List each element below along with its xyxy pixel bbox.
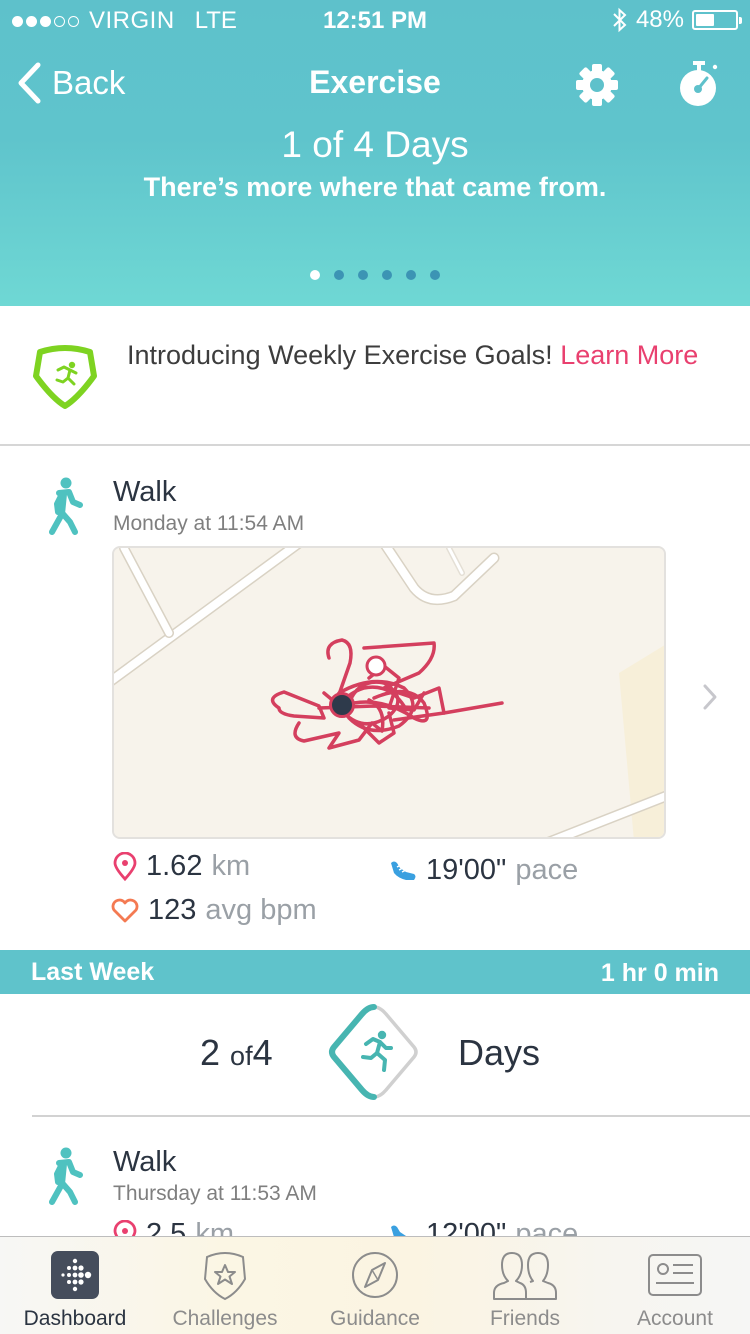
header: VIRGIN LTE 12:51 PM 48% Back Exercise 1 … bbox=[0, 0, 750, 306]
challenges-icon bbox=[203, 1252, 247, 1301]
battery-icon bbox=[692, 10, 742, 30]
tab-challenges[interactable]: Challenges bbox=[150, 1237, 300, 1334]
back-label: Back bbox=[52, 64, 126, 101]
status-bar: VIRGIN LTE 12:51 PM 48% bbox=[0, 0, 750, 40]
bluetooth-icon bbox=[613, 7, 627, 33]
heart-rate-stat: 123 avg bpm bbox=[110, 894, 317, 927]
running-person-icon bbox=[361, 1030, 393, 1072]
pace-stat: 19'00" pace bbox=[388, 854, 578, 887]
chevron-right-icon[interactable] bbox=[700, 682, 720, 712]
activity-time: Monday at 11:54 AM bbox=[113, 512, 305, 535]
tab-friends[interactable]: Friends bbox=[450, 1237, 600, 1334]
gear-icon[interactable] bbox=[574, 62, 620, 108]
status-right: 48% bbox=[612, 6, 742, 34]
tab-label: Friends bbox=[489, 1307, 561, 1330]
page-dot[interactable] bbox=[358, 270, 368, 280]
tab-label: Dashboard bbox=[23, 1307, 127, 1330]
tab-label: Account bbox=[637, 1307, 713, 1330]
route-map[interactable] bbox=[112, 546, 666, 839]
last-week-summary: 2 of4 Days bbox=[0, 994, 750, 1116]
distance-unit: km bbox=[211, 850, 251, 882]
activity-name: Walk bbox=[113, 1146, 177, 1178]
distance-stat: 1.62 km bbox=[112, 850, 250, 883]
tab-guidance[interactable]: Guidance bbox=[300, 1237, 450, 1334]
walk-icon bbox=[49, 1147, 83, 1205]
last-week-duration: 1 hr 0 min bbox=[600, 959, 719, 987]
dashboard-icon bbox=[51, 1251, 99, 1299]
days-progress: 1 of 4 Days bbox=[281, 124, 469, 165]
days-goal: 4 bbox=[252, 1032, 273, 1073]
motivation-message: There’s more where that came from. bbox=[143, 172, 607, 202]
tab-dashboard[interactable]: Dashboard bbox=[0, 1237, 150, 1334]
compass-icon bbox=[352, 1252, 398, 1298]
friends-icon bbox=[493, 1252, 557, 1300]
heart-icon bbox=[111, 898, 139, 922]
divider bbox=[32, 1115, 750, 1117]
days-unit: Days bbox=[458, 1032, 541, 1073]
page-dot[interactable] bbox=[382, 270, 392, 280]
tab-label: Guidance bbox=[330, 1307, 420, 1330]
heart-rate-value: 123 bbox=[148, 894, 197, 926]
days-done: 2 bbox=[200, 1032, 221, 1073]
chevron-left-icon bbox=[18, 62, 41, 104]
back-button[interactable]: Back bbox=[16, 62, 125, 104]
days-count: 2 of4 bbox=[200, 1032, 273, 1074]
pace-unit: pace bbox=[515, 854, 579, 886]
tab-label: Challenges bbox=[172, 1307, 278, 1330]
route-map-image bbox=[114, 548, 664, 837]
learn-more-link[interactable]: Learn More bbox=[560, 340, 698, 370]
page-dot[interactable] bbox=[310, 270, 320, 280]
battery-percent: 48% bbox=[635, 6, 684, 33]
activity-time: Thursday at 11:53 AM bbox=[113, 1182, 317, 1205]
tab-bar: Dashboard Challenges Guidance Friends Ac… bbox=[0, 1236, 750, 1334]
heart-rate-unit: avg bpm bbox=[205, 894, 317, 926]
stopwatch-icon[interactable] bbox=[674, 58, 724, 108]
days-of: of bbox=[230, 1041, 253, 1071]
pace-value: 19'00" bbox=[426, 854, 507, 886]
account-card-icon bbox=[648, 1254, 702, 1296]
last-week-header: Last Week 1 hr 0 min bbox=[0, 950, 750, 994]
page-dot[interactable] bbox=[406, 270, 416, 280]
distance-value: 1.62 bbox=[146, 850, 203, 882]
battery-fill bbox=[696, 14, 715, 26]
page-dot[interactable] bbox=[334, 270, 344, 280]
shoe-icon bbox=[391, 861, 416, 880]
weekly-goals-promo[interactable]: Introducing Weekly Exercise Goals! Learn… bbox=[0, 306, 750, 446]
walk-icon bbox=[49, 477, 83, 535]
promo-text: Introducing Weekly Exercise Goals! Learn… bbox=[127, 340, 717, 371]
location-pin-icon bbox=[113, 851, 137, 881]
page-indicator[interactable] bbox=[0, 270, 750, 280]
exercise-badge-icon bbox=[33, 345, 97, 409]
tab-account[interactable]: Account bbox=[600, 1237, 750, 1334]
goal-progress-badge bbox=[329, 1004, 418, 1100]
promo-message: Introducing Weekly Exercise Goals! bbox=[127, 340, 561, 370]
last-week-label: Last Week bbox=[31, 958, 155, 986]
activity-name: Walk bbox=[113, 476, 177, 508]
page-dot[interactable] bbox=[430, 270, 440, 280]
